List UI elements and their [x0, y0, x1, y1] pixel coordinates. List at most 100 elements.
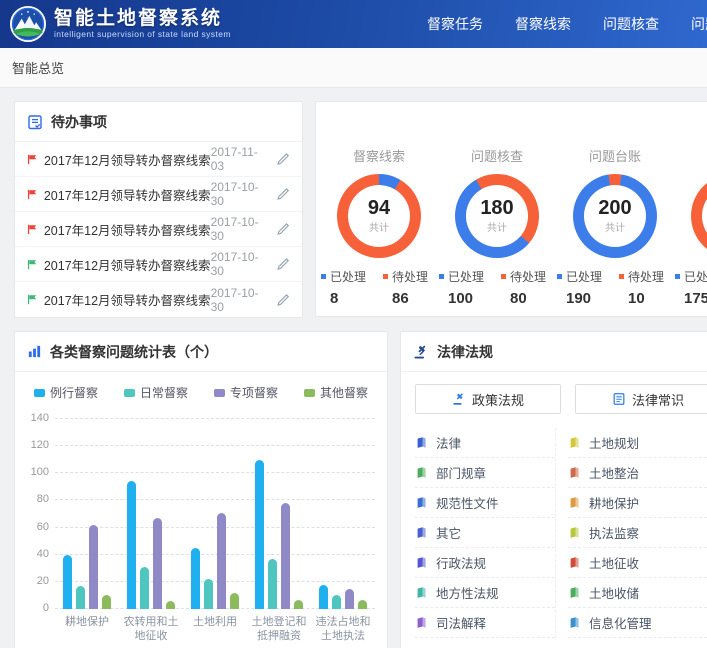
todo-item-title: 2017年12月领导转办督察线索 — [44, 150, 211, 169]
todo-item[interactable]: 2017年12月领导转办督察线索 2017-10-30 — [15, 282, 302, 317]
pending-dot — [501, 274, 506, 279]
top-row: 待办事项 2017年12月领导转办督察线索 2017-11-03 2017年12… — [14, 101, 707, 318]
bar[interactable] — [191, 548, 200, 609]
law-category-link[interactable]: 规范性文件 — [415, 488, 555, 518]
policy-regulations-label: 政策法规 — [472, 390, 524, 409]
bar-group — [255, 419, 303, 609]
donut-title: 问题核查 — [438, 146, 556, 168]
edit-button[interactable] — [276, 293, 290, 307]
donut-values: 190 10 — [556, 290, 674, 307]
top-bar: 智能土地督察系统 intelligent supervision of stat… — [0, 0, 707, 48]
pencil-icon — [276, 257, 290, 271]
bar[interactable] — [358, 600, 367, 610]
bar[interactable] — [345, 589, 354, 609]
bottom-row: 各类督察问题统计表（个） 例行督察日常督察专项督察其他督察 1401201008… — [14, 331, 707, 648]
nav-item-supervision-task[interactable]: 督察任务 — [427, 14, 483, 34]
todo-panel: 待办事项 2017年12月领导转办督察线索 2017-11-03 2017年12… — [14, 101, 303, 318]
processed-dot — [557, 274, 562, 279]
todo-list-icon — [27, 114, 43, 130]
flag-icon — [27, 188, 38, 201]
bar[interactable] — [140, 567, 149, 609]
legend-item[interactable]: 日常督察 — [124, 384, 188, 401]
edit-button[interactable] — [276, 152, 290, 166]
law-category-link[interactable]: 司法解释 — [415, 608, 555, 638]
todo-item[interactable]: 2017年12月领导转办督察线索 2017-10-30 — [15, 212, 302, 247]
y-axis-tick: 0 — [23, 602, 49, 614]
bar[interactable] — [127, 481, 136, 609]
legend-item[interactable]: 其他督察 — [304, 384, 368, 401]
bar[interactable] — [63, 555, 72, 609]
y-axis-tick: 100 — [23, 466, 49, 478]
donut-values: 8 86 — [320, 290, 438, 307]
y-axis-tick: 20 — [23, 575, 49, 587]
gavel-icon — [413, 344, 429, 360]
law-category-label: 行政法规 — [436, 553, 486, 572]
problems-chart-panel: 各类督察问题统计表（个） 例行督察日常督察专项督察其他督察 1401201008… — [14, 331, 388, 648]
edit-button[interactable] — [276, 257, 290, 271]
laws-panel: 法律法规 政策法规 — [400, 331, 707, 648]
bar[interactable] — [153, 518, 162, 609]
x-axis-label: 耕地保护 — [55, 615, 119, 644]
law-category-link[interactable]: 执法监察 — [568, 518, 707, 548]
legend-item[interactable]: 专项督察 — [214, 384, 278, 401]
law-category-label: 土地征收 — [589, 553, 639, 572]
law-category-label: 执法监察 — [589, 523, 639, 542]
law-category-link[interactable]: 土地收储 — [568, 578, 707, 608]
flag-icon — [27, 153, 38, 166]
law-category-link[interactable]: 法律 — [415, 428, 555, 458]
bar[interactable] — [268, 559, 277, 609]
todo-item[interactable]: 2017年12月领导转办督察线索 2017-10-30 — [15, 177, 302, 212]
donut-legend: 已处理 待处理 — [320, 268, 438, 285]
law-category-link[interactable]: 土地征收 — [568, 548, 707, 578]
edit-button[interactable] — [276, 187, 290, 201]
processed-legend: 已处理 — [675, 268, 707, 285]
book-icon — [415, 466, 428, 479]
bar[interactable] — [294, 600, 303, 610]
bar-group — [127, 419, 175, 609]
pending-legend: 待处理 — [383, 268, 437, 285]
donut-title: 督察整改 — [674, 146, 707, 168]
todo-item[interactable]: 2017年12月领导转办督察线索 2017-11-03 — [15, 142, 302, 177]
law-category-link[interactable]: 地方性法规 — [415, 578, 555, 608]
bar[interactable] — [255, 460, 264, 609]
bar[interactable] — [204, 579, 213, 609]
bar[interactable] — [76, 586, 85, 609]
legend-item[interactable]: 例行督察 — [34, 384, 98, 401]
todo-item-title: 2017年12月领导转办督察线索 — [44, 185, 211, 204]
todo-item-title: 2017年12月领导转办督察线索 — [44, 220, 211, 239]
law-category-link[interactable]: 其它 — [415, 518, 555, 548]
bar[interactable] — [332, 595, 341, 609]
y-axis-tick: 80 — [23, 493, 49, 505]
todo-panel-title: 待办事项 — [51, 112, 107, 132]
law-category-link[interactable]: 土地整治 — [568, 458, 707, 488]
bar[interactable] — [319, 585, 328, 609]
nav-item-problem-check[interactable]: 问题核查 — [603, 14, 659, 34]
law-category-link[interactable]: 部门规章 — [415, 458, 555, 488]
donut-total-label: 共计 — [487, 219, 507, 234]
x-axis-label: 土地登记和抵押融资 — [247, 615, 311, 644]
legal-knowledge-button[interactable]: 法律常识 — [575, 384, 707, 414]
bar[interactable] — [89, 525, 98, 609]
bar[interactable] — [102, 595, 111, 609]
bar[interactable] — [166, 601, 175, 609]
law-category-link[interactable]: 信息化管理 — [568, 608, 707, 638]
flag-icon — [27, 293, 38, 306]
bar[interactable] — [281, 503, 290, 609]
law-column: 法律 部门规章 规范性文件 其它 行政法规 地方性 — [415, 428, 555, 638]
legend-swatch — [304, 389, 315, 397]
law-category-label: 土地整治 — [589, 463, 639, 482]
policy-regulations-button[interactable]: 政策法规 — [415, 384, 561, 414]
bar[interactable] — [217, 513, 226, 609]
law-category-link[interactable]: 土地规划 — [568, 428, 707, 458]
nav-item-supervision-clue[interactable]: 督察线索 — [515, 14, 571, 34]
law-category-link[interactable]: 耕地保护 — [568, 488, 707, 518]
nav-item-problem-ledger[interactable]: 问题台账 — [691, 14, 707, 34]
todo-item-date: 2017-10-30 — [211, 180, 266, 208]
bar[interactable] — [230, 593, 239, 609]
todo-item[interactable]: 2017年12月领导转办督察线索 2017-10-30 — [15, 247, 302, 282]
donut-problem-check: 问题核查 180 共计 已处理 待处理 100 80 — [438, 108, 556, 316]
donut-supervision-clue: 督察线索 94 共计 已处理 待处理 8 86 — [320, 108, 438, 316]
y-axis-tick: 140 — [23, 412, 49, 424]
law-category-link[interactable]: 行政法规 — [415, 548, 555, 578]
edit-button[interactable] — [276, 222, 290, 236]
